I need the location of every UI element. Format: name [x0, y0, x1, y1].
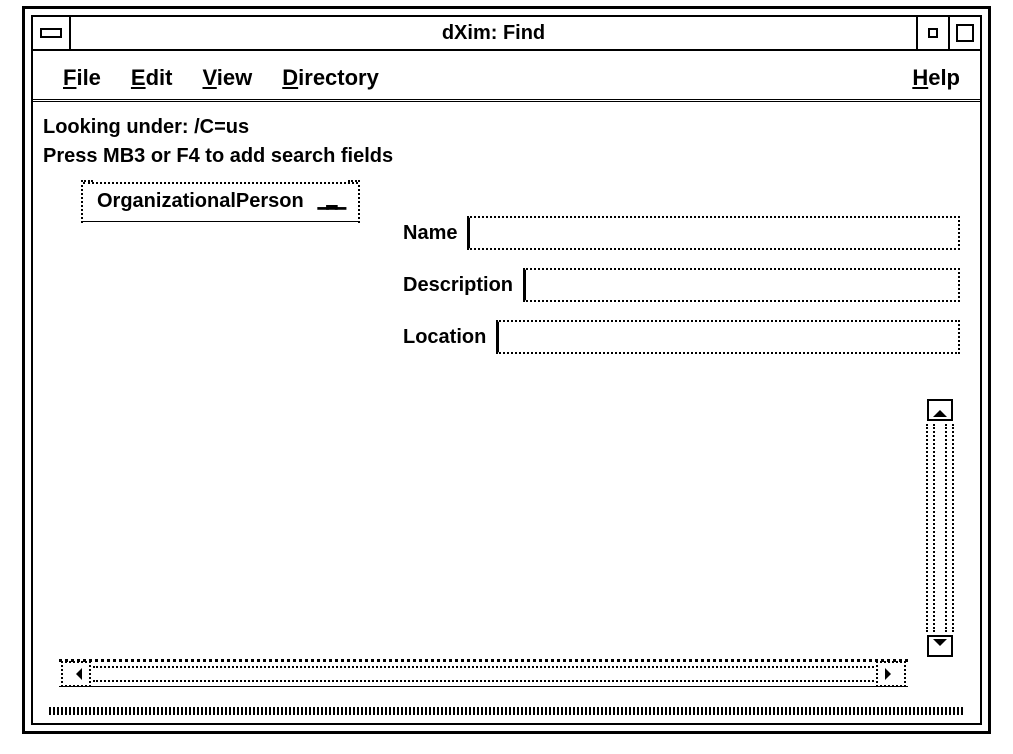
menu-help[interactable]: Help: [912, 65, 960, 91]
menu-edit[interactable]: Edit: [131, 65, 173, 91]
minimize-button[interactable]: [916, 17, 948, 49]
window-title: dXim: Find: [71, 17, 916, 49]
scroll-up-button[interactable]: [927, 399, 953, 421]
object-class-selector[interactable]: OrganizationalPerson ▁▂▁: [83, 182, 358, 222]
field-label-description: Description: [403, 274, 513, 297]
name-input[interactable]: [467, 216, 960, 250]
location-input[interactable]: [496, 320, 960, 354]
field-row-description: Description: [403, 268, 960, 302]
horizontal-scroll-track[interactable]: [93, 666, 874, 682]
scroll-down-button[interactable]: [927, 635, 953, 657]
field-row-location: Location: [403, 320, 960, 354]
description-input[interactable]: [523, 268, 960, 302]
title-bar: dXim: Find: [33, 17, 980, 51]
dropdown-icon: ▁▂▁: [318, 193, 344, 210]
vertical-scrollbar[interactable]: [926, 399, 954, 657]
vertical-scroll-track[interactable]: [926, 424, 954, 632]
maximize-button[interactable]: [948, 17, 980, 49]
menu-file[interactable]: File: [63, 65, 101, 91]
object-class-value: OrganizationalPerson: [97, 190, 304, 213]
menu-bar: File Edit View Directory Help: [33, 51, 980, 102]
field-row-name: Name: [403, 216, 960, 250]
scroll-left-button[interactable]: [61, 661, 91, 687]
menu-directory[interactable]: Directory: [282, 65, 379, 91]
field-label-location: Location: [403, 326, 486, 349]
menu-view[interactable]: View: [203, 65, 253, 91]
resize-handle[interactable]: [49, 707, 964, 715]
content-area: Looking under: /C=us Press MB3 or F4 to …: [33, 102, 980, 723]
scroll-right-button[interactable]: [876, 661, 906, 687]
hint-label: Press MB3 or F4 to add search fields: [43, 145, 960, 168]
horizontal-scrollbar[interactable]: [59, 659, 908, 687]
system-menu-button[interactable]: [33, 17, 71, 49]
field-label-name: Name: [403, 222, 457, 245]
looking-under-label: Looking under: /C=us: [43, 116, 960, 139]
